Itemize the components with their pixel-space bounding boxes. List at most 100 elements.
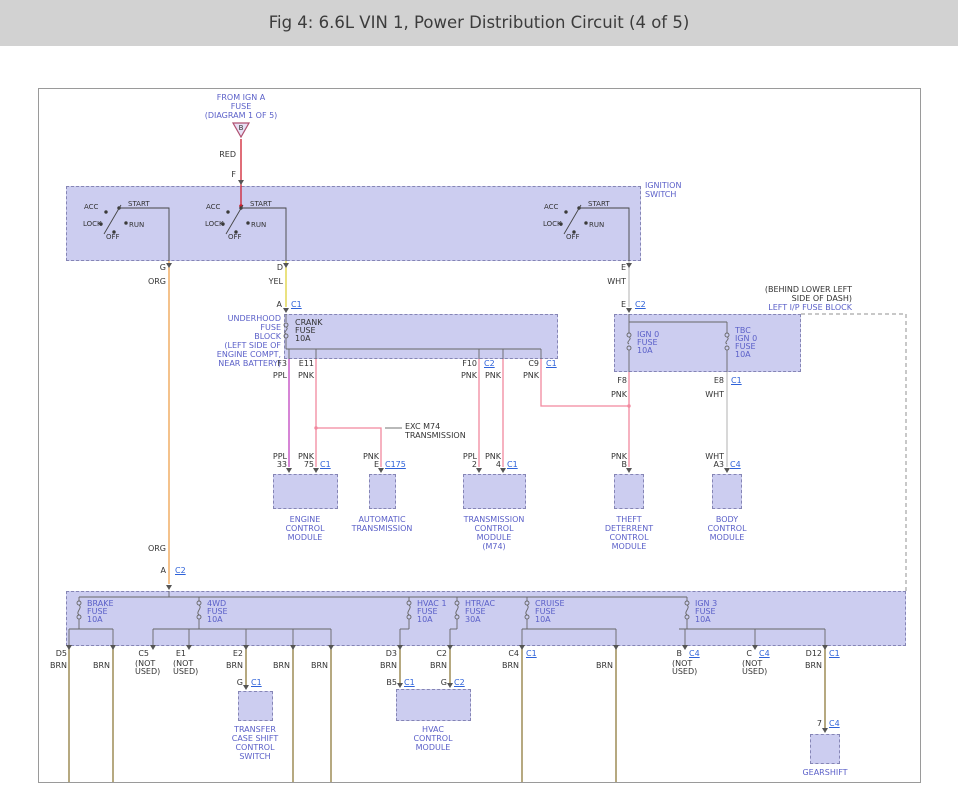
terminal-pin: B xyxy=(622,461,628,470)
connector-link[interactable]: C1 xyxy=(291,301,302,310)
terminal-pin: C5 xyxy=(138,650,149,659)
module-name: MODULE xyxy=(710,534,745,543)
source-label: (DIAGRAM 1 OF 5) xyxy=(205,112,278,121)
module-name: (M74) xyxy=(482,543,505,552)
terminal-pin: E xyxy=(374,461,379,470)
wire-color-label: BRN xyxy=(596,662,613,671)
connector-link[interactable]: C175 xyxy=(385,461,406,470)
connector-link[interactable]: C1 xyxy=(829,650,840,659)
terminal-pin: 75 xyxy=(304,461,314,470)
connector-link[interactable]: C1 xyxy=(251,679,262,688)
not-used-label: USED) xyxy=(135,668,160,677)
wire-color-label: BRN xyxy=(93,662,110,671)
switch-position-label: START xyxy=(128,200,150,209)
switch-position-label: START xyxy=(588,200,610,209)
connector-link[interactable]: C4 xyxy=(689,650,700,659)
switch-position-label: LOCK xyxy=(543,220,562,229)
wire-color-label: YEL xyxy=(269,278,283,287)
wire-red xyxy=(239,139,243,208)
wire-color-label: BRN xyxy=(805,662,822,671)
terminal-pin: D xyxy=(277,264,283,273)
not-used-label: USED) xyxy=(672,668,697,677)
connector-link[interactable]: C2 xyxy=(484,360,495,369)
switch-clusters xyxy=(100,205,629,261)
connector-link[interactable]: C2 xyxy=(175,567,186,576)
wire-color-label: BRN xyxy=(380,662,397,671)
connector-link[interactable]: C4 xyxy=(759,650,770,659)
connector-link[interactable]: C2 xyxy=(635,301,646,310)
fuse-label: 10A xyxy=(87,616,103,625)
terminal-pin: 33 xyxy=(277,461,287,470)
switch-position-label: LOCK xyxy=(83,220,102,229)
wire-color-label: WHT xyxy=(607,278,626,287)
wire-color-label: ORG xyxy=(148,545,166,554)
switch-position-label: ACC xyxy=(84,203,98,212)
connector-link[interactable]: C1 xyxy=(320,461,331,470)
terminal-pin: F10 xyxy=(462,360,477,369)
wire-color-label: PNK xyxy=(485,372,501,381)
connector-link[interactable]: C1 xyxy=(507,461,518,470)
connector-pin: B xyxy=(239,124,244,133)
module-name: MODULE xyxy=(416,744,451,753)
wire-color-label: ORG xyxy=(148,278,166,287)
connector-link[interactable]: C2 xyxy=(454,679,465,688)
terminal-pin: E1 xyxy=(176,650,186,659)
page: Fig 4: 6.6L VIN 1, Power Distribution Ci… xyxy=(0,0,958,811)
terminal-pin: C9 xyxy=(528,360,539,369)
terminal-pin: C4 xyxy=(508,650,519,659)
terminal-pin: G xyxy=(237,679,243,688)
connector-link[interactable]: C1 xyxy=(731,377,742,386)
wire-color-label: WHT xyxy=(705,391,724,400)
switch-position-label: ACC xyxy=(544,203,558,212)
wire-color-label: BRN xyxy=(430,662,447,671)
connector-link[interactable]: C4 xyxy=(730,461,741,470)
switch-position-label: RUN xyxy=(589,221,604,230)
fuse-label: 10A xyxy=(735,351,751,360)
switch-position-label: OFF xyxy=(106,233,120,242)
terminal-pin: A3 xyxy=(713,461,724,470)
terminal-pin: E xyxy=(621,301,626,310)
terminal-pin: D5 xyxy=(56,650,67,659)
fuse-label: 10A xyxy=(637,347,653,356)
terminal-pin: D12 xyxy=(806,650,822,659)
module-name: SWITCH xyxy=(239,753,270,762)
fuse-label: 30A xyxy=(465,616,481,625)
terminal-pin: E2 xyxy=(233,650,243,659)
ip-dashed-extension xyxy=(801,314,906,591)
wire-color-label: PNK xyxy=(298,372,314,381)
terminal-pin: G xyxy=(160,264,166,273)
block-name: LEFT I/P FUSE BLOCK xyxy=(768,304,852,313)
wire-color-label: BRN xyxy=(273,662,290,671)
terminal-pin: F8 xyxy=(617,377,627,386)
terminal-pin: A xyxy=(277,301,282,310)
not-used-label: USED) xyxy=(173,668,198,677)
wire-color-label: PNK xyxy=(461,372,477,381)
connector-link[interactable]: C1 xyxy=(546,360,557,369)
switch-position-label: START xyxy=(250,200,272,209)
module-name: MODULE xyxy=(288,534,323,543)
exc-note: TRANSMISSION xyxy=(405,432,466,441)
module-name: TRANSMISSION xyxy=(352,525,413,534)
terminal-pin: E11 xyxy=(299,360,314,369)
ignition-switch-title: SWITCH xyxy=(645,191,676,200)
terminal-pin: 2 xyxy=(472,461,477,470)
switch-position-label: OFF xyxy=(228,233,242,242)
terminal-pin: F3 xyxy=(277,360,287,369)
wire-color-label: PNK xyxy=(611,391,627,400)
terminal-pin: F xyxy=(231,171,236,180)
wire-color-label: PPL xyxy=(273,372,287,381)
switch-position-label: RUN xyxy=(251,221,266,230)
wire-color-label: PNK xyxy=(523,372,539,381)
fuse-label: 10A xyxy=(295,335,311,344)
wiring-diagram: FROM IGN A FUSE (DIAGRAM 1 OF 5) B RED F… xyxy=(38,88,921,783)
block-name: NEAR BATTERY) xyxy=(218,360,281,369)
connector-link[interactable]: C4 xyxy=(829,720,840,729)
terminal-pin: E xyxy=(621,264,626,273)
fuse-label: 10A xyxy=(695,616,711,625)
connector-link[interactable]: C1 xyxy=(404,679,415,688)
fuse-label: 10A xyxy=(417,616,433,625)
title-bar: Fig 4: 6.6L VIN 1, Power Distribution Ci… xyxy=(0,0,958,46)
connector-link[interactable]: C1 xyxy=(526,650,537,659)
switch-position-label: ACC xyxy=(206,203,220,212)
terminal-pin: C2 xyxy=(436,650,447,659)
